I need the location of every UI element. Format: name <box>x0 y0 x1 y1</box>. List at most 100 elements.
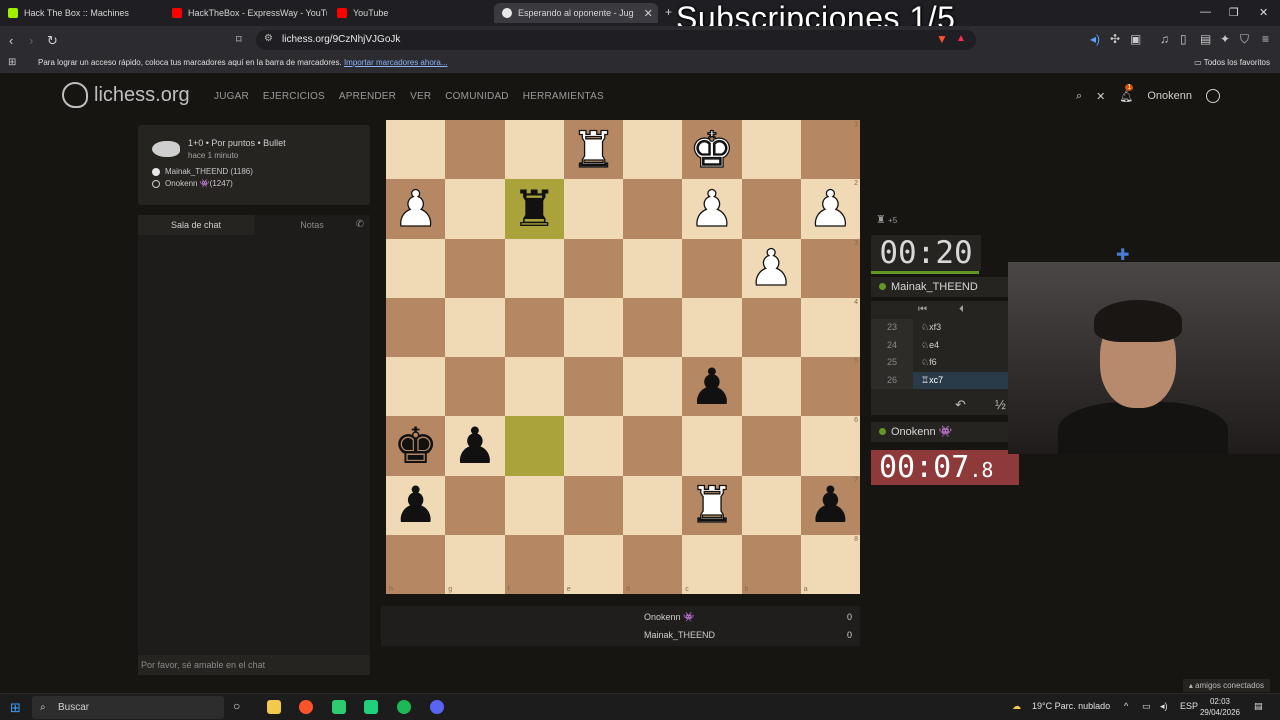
board-square[interactable] <box>563 416 623 476</box>
tab-youtube[interactable]: YouTube <box>337 3 457 23</box>
spotify-icon[interactable] <box>397 700 411 714</box>
first-move-icon[interactable]: ⏮ <box>918 301 927 319</box>
white-player[interactable]: Mainak_THEEND (1186) <box>152 167 253 176</box>
taskbar-search[interactable]: ⌕ Buscar <box>32 696 224 719</box>
chess-board[interactable]: ♜ ♚ 1 ♟ ♜ ♟ ♟ 2 ♟ 3 4 ♟ 5 ♚ ♟ 6 ♟ ♜ ♟ 7 h g f e d c b 8 a <box>386 120 860 594</box>
board-square[interactable] <box>563 357 623 417</box>
minimize-icon[interactable]: — <box>1200 6 1211 18</box>
new-tab-icon[interactable]: + <box>665 5 672 19</box>
apps-icon[interactable]: ⊞ <box>8 57 16 68</box>
extensions-icon[interactable]: ✣ <box>1110 32 1120 46</box>
close-tab-icon[interactable]: ✕ <box>644 7 653 20</box>
back-icon[interactable]: ‹ <box>9 33 13 48</box>
board-square[interactable] <box>741 297 801 357</box>
board-square[interactable]: g <box>445 534 505 594</box>
windows-start-icon[interactable]: ⊞ <box>10 700 21 716</box>
board-square[interactable] <box>741 475 801 535</box>
board-square[interactable]: ♟ 7 <box>800 475 860 535</box>
board-square[interactable]: ♜ <box>563 120 623 180</box>
board-square[interactable]: ♟ <box>386 475 446 535</box>
file-explorer-icon[interactable] <box>267 700 281 714</box>
tab-chat[interactable]: Sala de chat <box>138 215 254 235</box>
music-icon[interactable]: ♫ <box>1160 32 1169 46</box>
board-square[interactable]: ♟ <box>682 357 742 417</box>
player-name[interactable]: Onokenn 👾 <box>871 422 1011 442</box>
white-pawn-piece[interactable]: ♟ <box>748 242 794 293</box>
ai-icon[interactable]: ✦ <box>1220 32 1230 46</box>
board-square[interactable] <box>563 475 623 535</box>
board-square[interactable]: ♟ 2 <box>800 179 860 239</box>
board-square[interactable]: ♜ <box>682 475 742 535</box>
discord-icon[interactable] <box>430 700 444 714</box>
board-square[interactable]: 4 <box>800 297 860 357</box>
jetbrains-icon[interactable] <box>364 700 378 714</box>
user-avatar-icon[interactable] <box>1206 89 1220 103</box>
board-square[interactable]: 8a <box>800 534 860 594</box>
menu-icon[interactable]: ≡ <box>1262 32 1269 46</box>
black-player[interactable]: Onokenn 👾(1247) <box>152 179 233 188</box>
import-bookmarks-link[interactable]: Importar marcadores ahora... <box>344 58 448 67</box>
tab-lichess[interactable]: Esperando al oponente - Jug ✕ <box>494 3 658 23</box>
tray-expand-icon[interactable]: ^ <box>1124 701 1128 711</box>
bookmark-icon[interactable]: ⌑ <box>236 33 242 46</box>
board-square[interactable]: ♟ <box>445 416 505 476</box>
all-bookmarks[interactable]: ▭ Todos los favoritos <box>1194 58 1270 67</box>
weather-text[interactable]: 19°C Parc. nublado <box>1032 701 1110 711</box>
lichess-logo[interactable]: lichess.org <box>62 82 190 108</box>
nav-aprender[interactable]: APRENDER <box>339 91 396 102</box>
board-square[interactable] <box>682 297 742 357</box>
url-field[interactable]: ⚙ lichess.org/9CzNhjVJGoJk ▼ ▲ <box>256 30 976 50</box>
volume-icon[interactable]: ◂) <box>1160 701 1168 712</box>
nav-ejercicios[interactable]: EJERCICIOS <box>263 91 325 102</box>
board-square[interactable] <box>504 238 564 298</box>
board-square[interactable] <box>445 120 505 180</box>
board-square[interactable]: c <box>682 534 742 594</box>
board-square[interactable] <box>623 179 683 239</box>
chat-input[interactable]: Por favor, sé amable en el chat <box>138 655 370 675</box>
board-square[interactable] <box>682 238 742 298</box>
username[interactable]: Onokenn <box>1147 90 1192 102</box>
close-icon[interactable]: ✕ <box>1096 90 1105 103</box>
board-square[interactable] <box>623 357 683 417</box>
black-pawn-piece[interactable]: ♟ <box>808 480 853 530</box>
board-square[interactable] <box>563 297 623 357</box>
board-square[interactable]: 1 <box>800 120 860 180</box>
board-square[interactable]: 6 <box>800 416 860 476</box>
friends-online[interactable]: ▴ amigos conectados <box>1182 679 1270 692</box>
black-pawn-piece[interactable]: ♟ <box>393 480 438 530</box>
restore-icon[interactable]: ❐ <box>1229 6 1239 19</box>
board-square[interactable]: ♚ <box>682 120 742 180</box>
move-row[interactable]: 24 ♘e4 <box>871 336 1011 354</box>
board-square[interactable]: b <box>741 534 801 594</box>
move-row[interactable]: 25 ♘f6 <box>871 354 1011 372</box>
board-square[interactable] <box>386 238 446 298</box>
clock[interactable]: 02:03 29/04/2026 <box>1200 696 1240 718</box>
brave-shield-icon[interactable]: ▼ <box>936 32 948 46</box>
white-king-piece[interactable]: ♚ <box>689 124 735 175</box>
move-row-current[interactable]: 26 ♖xc7 <box>871 371 1011 389</box>
language-indicator[interactable]: ESP <box>1180 701 1198 711</box>
board-square[interactable]: ♟ <box>386 179 446 239</box>
close-window-icon[interactable]: ✕ <box>1259 6 1268 19</box>
nav-comunidad[interactable]: COMUNIDAD <box>445 91 508 102</box>
nav-jugar[interactable]: JUGAR <box>214 91 249 102</box>
board-square[interactable] <box>741 120 801 180</box>
board-square[interactable] <box>445 238 505 298</box>
board-square[interactable] <box>386 297 446 357</box>
nav-ver[interactable]: VER <box>410 91 431 102</box>
board-square[interactable] <box>386 357 446 417</box>
app-icon[interactable] <box>332 700 346 714</box>
board-square[interactable] <box>623 475 683 535</box>
board-square[interactable] <box>386 120 446 180</box>
board-square[interactable] <box>623 238 683 298</box>
board-square[interactable]: ♟ <box>741 238 801 298</box>
board-square[interactable]: 5 <box>800 357 860 417</box>
board-square[interactable] <box>623 297 683 357</box>
board-square[interactable] <box>563 238 623 298</box>
vpn-icon[interactable]: ⛉ <box>1240 32 1249 47</box>
board-square[interactable] <box>445 475 505 535</box>
move-row[interactable]: 23 ♘xf3 <box>871 319 1011 337</box>
board-square[interactable] <box>741 357 801 417</box>
board-square[interactable] <box>504 120 564 180</box>
brave-rewards-icon[interactable]: ▲ <box>956 33 966 44</box>
